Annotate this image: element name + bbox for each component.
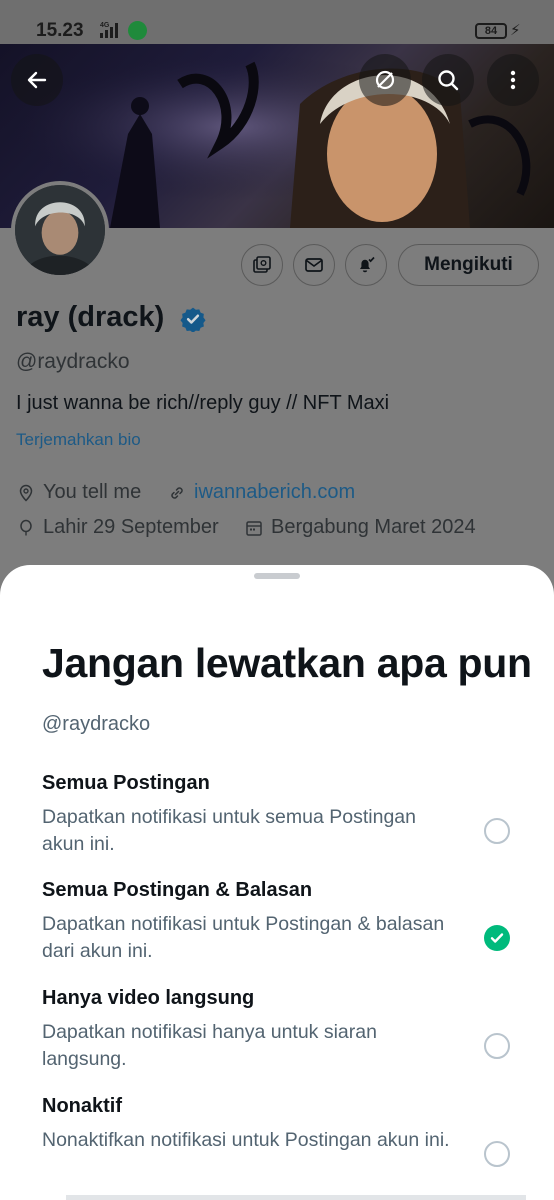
link-icon xyxy=(171,487,183,499)
checkmark-icon xyxy=(490,933,504,943)
calendar-icon xyxy=(246,521,262,536)
battery-icon: 84 xyxy=(475,23,507,39)
balloon-icon xyxy=(20,519,32,536)
signal-icon: 4G xyxy=(100,22,118,38)
option-off[interactable]: Nonaktif Nonaktifkan notifikasi untuk Po… xyxy=(0,1095,554,1195)
option-description: Nonaktifkan notifikasi untuk Postingan a… xyxy=(42,1129,450,1151)
option-all-posts[interactable]: Semua Postingan Dapatkan notifikasi untu… xyxy=(0,772,554,872)
profile-website-link[interactable]: iwannaberich.com xyxy=(194,481,355,504)
translate-bio-link[interactable]: Terjemahkan bio xyxy=(16,430,141,450)
profile-birthday: Lahir 29 September xyxy=(43,516,219,538)
status-time: 15.23 xyxy=(36,20,84,41)
location-pin-icon xyxy=(19,484,33,502)
radio-button-selected[interactable] xyxy=(484,925,510,951)
following-button[interactable]: Mengikuti xyxy=(398,244,539,286)
option-title: Nonaktif xyxy=(42,1095,122,1117)
avatar[interactable] xyxy=(11,181,109,279)
radio-button[interactable] xyxy=(484,818,510,844)
sheet-title: Jangan lewatkan apa pun xyxy=(42,640,532,686)
whatsapp-icon xyxy=(128,21,147,40)
envelope-icon xyxy=(305,258,323,272)
option-description: Dapatkan notifikasi untuk semua Postinga… xyxy=(42,806,416,855)
sheet-drag-handle[interactable] xyxy=(254,573,300,579)
verified-badge-icon[interactable] xyxy=(180,306,206,332)
option-description: Dapatkan notifikasi hanya untuk siaran l… xyxy=(42,1021,377,1070)
subscribe-button[interactable] xyxy=(241,244,283,286)
notification-settings-sheet: Jangan lewatkan apa pun @raydracko Semua… xyxy=(0,565,554,1200)
status-bar: 15.23 4G 84 ⚡ xyxy=(0,0,554,44)
sheet-handle: @raydracko xyxy=(42,713,151,735)
profile-section: Mengikuti ray (drack) @raydracko I just … xyxy=(0,0,554,600)
profile-handle: @raydracko xyxy=(16,350,130,373)
option-live-video-only[interactable]: Hanya video langsung Dapatkan notifikasi… xyxy=(0,987,554,1087)
profile-bio: I just wanna be rich//reply guy // NFT M… xyxy=(16,392,390,414)
option-description: Dapatkan notifikasi untuk Postingan & ba… xyxy=(42,913,445,962)
option-title: Semua Postingan xyxy=(42,772,210,794)
option-title: Semua Postingan & Balasan xyxy=(42,879,313,901)
charging-icon: ⚡ xyxy=(510,22,521,39)
option-title: Hanya video langsung xyxy=(42,987,255,1009)
message-button[interactable] xyxy=(293,244,335,286)
profile-name: ray (drack) xyxy=(16,301,165,333)
radio-button[interactable] xyxy=(484,1033,510,1059)
profile-location: You tell me xyxy=(43,481,142,503)
bell-check-icon xyxy=(360,256,375,273)
bottom-divider xyxy=(66,1195,526,1200)
radio-button[interactable] xyxy=(484,1141,510,1167)
notifications-button[interactable] xyxy=(345,244,387,286)
option-all-posts-and-replies[interactable]: Semua Postingan & Balasan Dapatkan notif… xyxy=(0,879,554,979)
network-type: 4G xyxy=(100,22,110,29)
profile-joined-date: Bergabung Maret 2024 xyxy=(271,516,476,538)
avatar-image xyxy=(15,185,105,275)
subscribe-icon xyxy=(253,256,271,273)
